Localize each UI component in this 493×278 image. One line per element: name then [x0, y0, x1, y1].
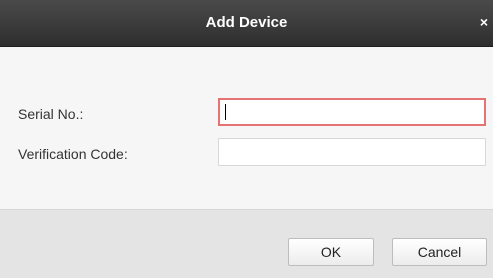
- verification-code-input[interactable]: [218, 138, 486, 166]
- serial-number-input[interactable]: [218, 98, 486, 126]
- dialog-title: Add Device: [205, 14, 288, 31]
- cancel-button[interactable]: Cancel: [392, 238, 487, 266]
- text-caret: [225, 104, 226, 120]
- ok-button[interactable]: OK: [288, 238, 374, 266]
- dialog-titlebar: Add Device ×: [0, 0, 493, 47]
- dialog-footer: OK Cancel: [0, 209, 493, 278]
- verification-code-label: Verification Code:: [18, 146, 128, 162]
- dialog-content: Serial No.: Verification Code:: [0, 47, 493, 209]
- close-icon[interactable]: ×: [477, 13, 491, 31]
- add-device-dialog: Add Device × Serial No.: Verification Co…: [0, 0, 493, 278]
- serial-number-label: Serial No.:: [18, 106, 84, 122]
